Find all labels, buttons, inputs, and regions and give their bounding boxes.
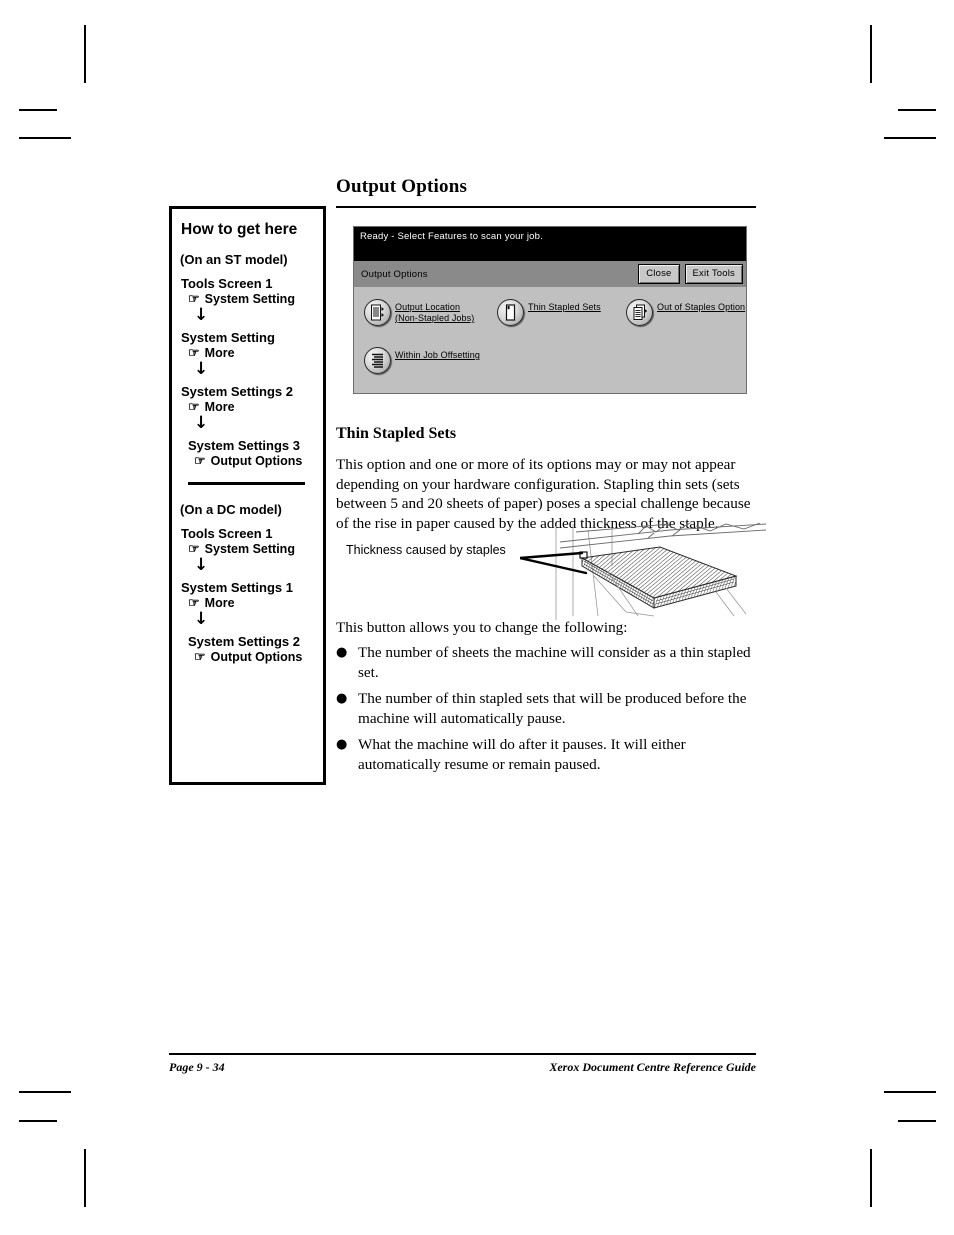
dc-step-0-action-label: System Setting [204, 542, 295, 556]
option-within-job-offsetting-label: Within Job Offsetting [395, 347, 480, 361]
how-to-get-here-title: How to get here [181, 221, 298, 238]
close-button[interactable]: Close [638, 264, 680, 284]
list-item-text: What the machine will do after it pauses… [358, 736, 686, 773]
stacked-documents-icon [626, 299, 653, 326]
pointing-hand-icon: ☞ [188, 344, 200, 360]
list-item-text: The number of sheets the machine will co… [358, 644, 751, 681]
st-model-heading: (On an ST model) [180, 252, 288, 267]
st-step-2-action-label: More [204, 400, 235, 414]
st-step-0-action-label: System Setting [204, 292, 295, 306]
touchscreen-status-bar: Ready - Select Features to scan your job… [354, 227, 746, 261]
crop-mark-bottom-right-lower [898, 1120, 936, 1122]
crop-mark-bottom-right-upper [884, 1091, 936, 1093]
crop-mark-top-left-vertical [84, 25, 86, 83]
dc-model-heading: (On a DC model) [180, 502, 282, 517]
st-step-2-action: ☞ More [188, 398, 323, 415]
option-thin-stapled-sets[interactable]: Thin Stapled Sets [497, 299, 601, 326]
subsection-heading: Thin Stapled Sets [336, 425, 457, 442]
option-thin-stapled-sets-label: Thin Stapled Sets [528, 299, 601, 313]
exit-tools-button[interactable]: Exit Tools [684, 264, 743, 284]
crop-mark-top-left-upper [19, 109, 57, 111]
st-step-0-action: ☞ System Setting [188, 290, 323, 307]
page-title: Output Options [336, 176, 468, 197]
page-number: Page 9 - 34 [169, 1060, 225, 1074]
st-step-3-action: ☞ Output Options [194, 452, 323, 469]
option-within-job-offsetting[interactable]: Within Job Offsetting [364, 347, 480, 374]
option-out-of-staples-label: Out of Staples Option [657, 299, 745, 313]
pointing-hand-icon: ☞ [188, 594, 200, 610]
option-output-location-line-0: Output Location [395, 302, 461, 312]
bullet-icon: ● [336, 737, 348, 752]
touchscreen-title-bar: Output Options Close Exit Tools [354, 261, 746, 287]
down-arrow-icon: ↓ [194, 359, 209, 379]
dc-step-0-action: ☞ System Setting [188, 540, 323, 557]
pointing-hand-icon: ☞ [194, 452, 206, 468]
pointing-hand-icon: ☞ [188, 398, 200, 414]
st-step-1-action: ☞ More [188, 344, 323, 361]
touchscreen-button-group: Close Exit Tools [638, 264, 743, 284]
option-out-of-staples-line-0: Out of Staples Option [657, 302, 746, 312]
dc-step-1-action-label: More [204, 596, 235, 610]
list-item: ● What the machine will do after it paus… [336, 735, 760, 774]
stapled-set-illustration [520, 522, 767, 620]
dc-step-2-action: ☞ Output Options [194, 648, 323, 665]
crop-mark-top-right-lower [884, 137, 936, 139]
figure-caption: Thickness caused by staples [346, 543, 506, 557]
st-step-2-screen: System Settings 2 [181, 384, 293, 399]
st-step-1-action-label: More [204, 346, 235, 360]
option-output-location[interactable]: Output Location (Non-Stapled Jobs) [364, 299, 474, 326]
option-thin-stapled-sets-line-0: Thin Stapled Sets [528, 302, 601, 312]
list-item: ● The number of sheets the machine will … [336, 643, 760, 682]
dc-step-1-screen: System Settings 1 [181, 580, 293, 595]
how-to-get-here-panel: How to get here (On an ST model) Tools S… [169, 206, 326, 785]
pointing-hand-icon: ☞ [188, 540, 200, 556]
pointing-hand-icon: ☞ [194, 648, 206, 664]
touchscreen-panel-title: Output Options [361, 268, 428, 280]
st-step-0-screen: Tools Screen 1 [181, 276, 273, 291]
dc-step-2-action-label: Output Options [210, 650, 303, 664]
option-output-location-line-1: (Non-Stapled Jobs) [395, 313, 475, 323]
crop-mark-bottom-left-upper [19, 1091, 71, 1093]
bullet-list: ● The number of sheets the machine will … [336, 643, 760, 781]
crop-mark-bottom-left-vertical [84, 1149, 86, 1207]
down-arrow-icon: ↓ [194, 305, 209, 325]
document-list-icon [364, 299, 391, 326]
bullet-icon: ● [336, 645, 348, 660]
crop-mark-top-right-upper [898, 109, 936, 111]
model-section-divider [188, 482, 305, 485]
list-item: ● The number of thin stapled sets that w… [336, 689, 760, 728]
dc-step-0-screen: Tools Screen 1 [181, 526, 273, 541]
offset-stack-icon [364, 347, 391, 374]
option-out-of-staples[interactable]: Out of Staples Option [626, 299, 745, 326]
option-output-location-label: Output Location (Non-Stapled Jobs) [395, 299, 474, 324]
list-item-text: The number of thin stapled sets that wil… [358, 690, 747, 727]
dc-step-2-screen: System Settings 2 [188, 634, 300, 649]
lead-in-paragraph: This button allows you to change the fol… [336, 619, 628, 636]
crop-mark-bottom-left-lower [19, 1120, 57, 1122]
option-within-job-offsetting-line-0: Within Job Offsetting [395, 350, 480, 360]
down-arrow-icon: ↓ [194, 555, 209, 575]
crop-mark-top-left-lower [19, 137, 71, 139]
touchscreen-mockup: Ready - Select Features to scan your job… [353, 226, 747, 394]
st-step-3-action-label: Output Options [210, 454, 303, 468]
footer-rule [169, 1053, 756, 1055]
bullet-icon: ● [336, 691, 348, 706]
document-page: Output Options How to get here (On an ST… [0, 0, 954, 1235]
touchscreen-options-area: Output Location (Non-Stapled Jobs) Thin … [354, 287, 746, 393]
pointing-hand-icon: ☞ [188, 290, 200, 306]
single-sheet-icon [497, 299, 524, 326]
st-step-3-screen: System Settings 3 [188, 438, 300, 453]
title-rule [336, 206, 756, 208]
down-arrow-icon: ↓ [194, 609, 209, 629]
down-arrow-icon: ↓ [194, 413, 209, 433]
dc-step-1-action: ☞ More [188, 594, 323, 611]
guide-title: Xerox Document Centre Reference Guide [549, 1060, 756, 1074]
crop-mark-top-right-vertical [870, 25, 872, 83]
st-step-1-screen: System Setting [181, 330, 275, 345]
crop-mark-bottom-right-vertical [870, 1149, 872, 1207]
